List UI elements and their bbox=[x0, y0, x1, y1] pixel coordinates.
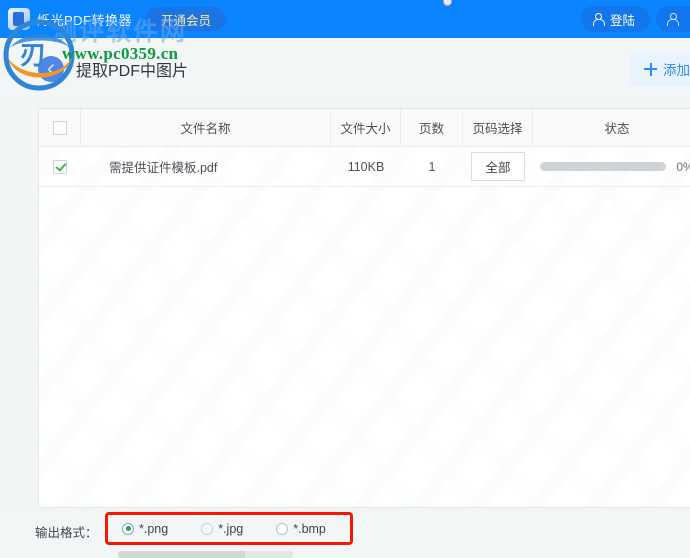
account-button-partial[interactable] bbox=[656, 6, 690, 32]
format-option-bmp[interactable]: *.bmp bbox=[276, 522, 326, 536]
login-button[interactable]: 登陆 bbox=[580, 6, 650, 32]
login-button-label: 登陆 bbox=[609, 13, 635, 28]
table-row[interactable]: 需提供证件模板.pdf 110KB 1 全部 0% bbox=[39, 147, 690, 187]
output-format-label: 输出格式： bbox=[35, 526, 98, 540]
row-pagecount: 1 bbox=[428, 159, 436, 174]
progress-bar bbox=[540, 162, 667, 171]
select-all-checkbox[interactable] bbox=[52, 120, 67, 135]
radio-bmp-icon[interactable] bbox=[276, 522, 289, 535]
radio-jpg-icon[interactable] bbox=[201, 522, 214, 535]
page-header-bar: 提取PDF中图片 添加 bbox=[0, 38, 690, 100]
file-list-panel: 文件名称 文件大小 页数 页码选择 状态 需提供证件模板.pdf 110KB 1… bbox=[38, 108, 690, 508]
arrow-left-icon bbox=[47, 63, 54, 75]
application-window: 烁光PDF转换器 开通会员 登陆 提取PDF中图片 添加 文件名称 文件大小 页… bbox=[0, 0, 690, 558]
table-header-pageselect: 页码选择 bbox=[463, 109, 533, 146]
table-header-filename: 文件名称 bbox=[81, 109, 331, 146]
row-checkbox[interactable] bbox=[53, 159, 67, 174]
output-format-group: *.png *.jpg *.bmp bbox=[105, 512, 353, 545]
open-vip-button[interactable]: 开通会员 bbox=[146, 7, 227, 31]
title-bar: 烁光PDF转换器 开通会员 登陆 bbox=[0, 0, 690, 38]
add-file-button[interactable]: 添加 bbox=[630, 52, 690, 86]
row-filesize: 110KB bbox=[347, 159, 385, 174]
row-status-cell: 0% bbox=[533, 147, 690, 186]
table-header-status: 状态 bbox=[604, 122, 630, 136]
format-option-jpg[interactable]: *.jpg bbox=[201, 522, 243, 536]
progress-group: 0% bbox=[540, 160, 690, 174]
format-option-png[interactable]: *.png bbox=[122, 522, 168, 536]
page-title: 提取PDF中图片 bbox=[76, 63, 189, 80]
table-header-pagecount: 页数 bbox=[401, 109, 463, 146]
plus-icon bbox=[644, 62, 657, 76]
back-button[interactable] bbox=[38, 56, 64, 82]
table-header-row: 文件名称 文件大小 页数 页码选择 状态 bbox=[39, 109, 690, 147]
add-file-button-label: 添加 bbox=[663, 63, 690, 78]
mouse-cursor-artifact bbox=[443, 0, 452, 6]
page-select-button[interactable]: 全部 bbox=[471, 152, 525, 181]
person-icon bbox=[666, 12, 679, 26]
format-option-jpg-label: *.jpg bbox=[218, 521, 244, 536]
progress-percent: 0% bbox=[676, 159, 690, 174]
person-icon bbox=[592, 12, 605, 26]
table-header-filesize: 文件大小 bbox=[331, 109, 401, 146]
format-option-png-label: *.png bbox=[139, 521, 169, 536]
pdf-app-logo-icon bbox=[8, 8, 30, 30]
bottom-progress-strip bbox=[118, 551, 293, 558]
app-title: 烁光PDF转换器 bbox=[37, 12, 133, 28]
format-option-bmp-label: *.bmp bbox=[293, 521, 326, 536]
row-filename: 需提供证件模板.pdf bbox=[109, 161, 218, 175]
row-pageselect-cell[interactable]: 全部 bbox=[463, 147, 533, 186]
radio-png-icon[interactable] bbox=[122, 522, 134, 535]
table-header-select-all[interactable] bbox=[39, 109, 81, 146]
row-select-cell[interactable] bbox=[39, 147, 81, 186]
